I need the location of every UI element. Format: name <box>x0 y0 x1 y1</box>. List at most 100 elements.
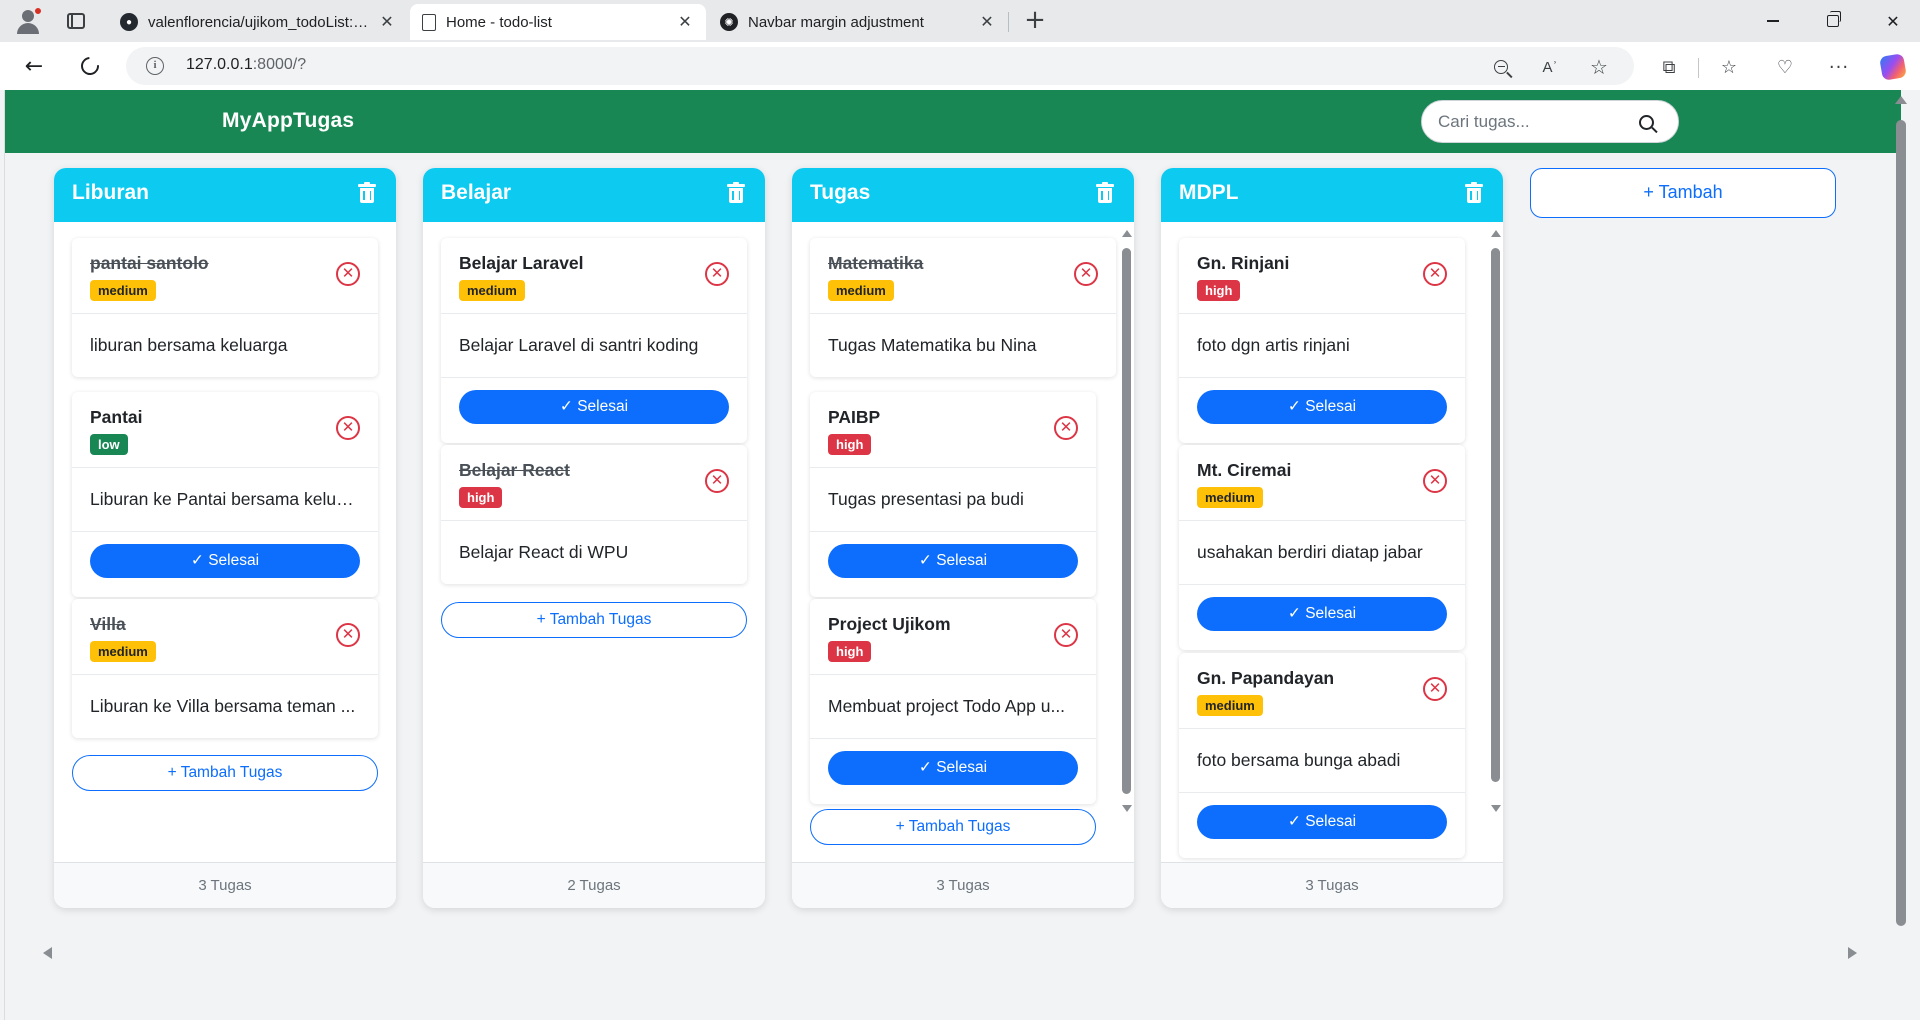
delete-task-icon[interactable]: ✕ <box>1054 623 1078 647</box>
read-aloud-icon[interactable]: Aʾ <box>1539 56 1561 78</box>
close-icon[interactable]: ✕ <box>978 12 996 32</box>
favorites-icon[interactable]: ☆ <box>1716 54 1742 80</box>
close-icon[interactable]: ✕ <box>378 12 396 32</box>
mark-done-button[interactable]: ✓ Selesai <box>1197 597 1447 631</box>
scroll-up-arrow[interactable] <box>1122 230 1132 237</box>
reload-button[interactable] <box>74 50 106 82</box>
column-header: MDPL <box>1161 168 1503 222</box>
column-header: Liburan <box>54 168 396 222</box>
task-description: Tugas Matematika bu Nina <box>828 335 1037 355</box>
delete-task-icon[interactable]: ✕ <box>1423 677 1447 701</box>
extensions-icon[interactable]: ⧉ <box>1656 54 1682 80</box>
delete-task-icon[interactable]: ✕ <box>1074 262 1098 286</box>
column-task-count: 3 Tugas <box>54 862 396 908</box>
back-button[interactable]: ← <box>18 50 50 82</box>
navbar-brand[interactable]: MyAppTugas <box>222 109 354 133</box>
address-bar[interactable]: i 127.0.0.1:8000/? Aʾ ☆ <box>126 47 1634 85</box>
task-description: Belajar React di WPU <box>459 542 629 562</box>
task-title: Mt. Ciremai <box>1197 460 1292 480</box>
delete-task-icon[interactable]: ✕ <box>336 262 360 286</box>
scroll-down-arrow[interactable] <box>1491 805 1501 812</box>
copilot-icon[interactable] <box>1879 53 1907 81</box>
tab-actions-icon[interactable] <box>62 7 90 35</box>
delete-task-icon[interactable]: ✕ <box>1054 416 1078 440</box>
browser-essentials-icon[interactable]: ♡ <box>1772 54 1798 80</box>
zoom-out-icon[interactable] <box>1490 56 1512 78</box>
add-task-button[interactable]: + Tambah Tugas <box>441 602 747 638</box>
scroll-up-arrow[interactable] <box>1895 96 1907 104</box>
delete-task-icon[interactable]: ✕ <box>336 623 360 647</box>
search-button[interactable] <box>1634 110 1658 134</box>
mark-done-button[interactable]: ✓ Selesai <box>1197 390 1447 424</box>
column-belajar: Belajar Belajar Laravel medium ✕ Belajar… <box>423 168 765 908</box>
url-path: :8000/? <box>252 56 307 73</box>
delete-task-icon[interactable]: ✕ <box>1423 469 1447 493</box>
trash-icon[interactable] <box>358 182 376 204</box>
task-card: Villa medium ✕ Liburan ke Villa bersama … <box>72 599 378 738</box>
priority-badge: medium <box>828 280 894 301</box>
task-title: Gn. Papandayan <box>1197 668 1335 688</box>
scroll-up-arrow[interactable] <box>1491 230 1501 237</box>
task-description: usahakan berdiri diatap jabar <box>1197 542 1423 562</box>
task-title: pantai santolo <box>90 253 209 273</box>
task-description: Liburan ke Pantai bersama kelua... <box>90 489 361 509</box>
delete-task-icon[interactable]: ✕ <box>336 416 360 440</box>
browser-tab-github[interactable]: ● valenflorencia/ujikom_todoList: pr ✕ <box>108 4 408 40</box>
tab-label: Navbar margin adjustment <box>748 13 924 31</box>
scroll-left-arrow[interactable] <box>43 947 52 959</box>
task-card: Matematika medium ✕ Tugas Matematika bu … <box>810 238 1116 377</box>
mark-done-button[interactable]: ✓ Selesai <box>828 544 1078 578</box>
trash-icon[interactable] <box>1096 182 1114 204</box>
priority-badge: medium <box>459 280 525 301</box>
column-title: Belajar <box>441 181 512 204</box>
task-card: pantai santolo medium ✕ liburan bersama … <box>72 238 378 377</box>
scroll-right-arrow[interactable] <box>1848 947 1857 959</box>
trash-icon[interactable] <box>727 182 745 204</box>
column-header: Belajar <box>423 168 765 222</box>
scrollbar-thumb[interactable] <box>1122 248 1131 794</box>
scroll-down-arrow[interactable] <box>1122 805 1132 812</box>
search-input[interactable] <box>1438 101 1628 142</box>
priority-badge: high <box>828 641 872 662</box>
task-title: Matematika <box>828 253 924 273</box>
delete-task-icon[interactable]: ✕ <box>705 262 729 286</box>
board: Liburan pantai santolo medium ✕ liburan … <box>33 153 1895 1018</box>
trash-icon[interactable] <box>1465 182 1483 204</box>
favorite-star-icon[interactable]: ☆ <box>1588 55 1610 79</box>
task-title: Belajar Laravel <box>459 253 584 273</box>
search-icon <box>1638 114 1654 130</box>
new-tab-button[interactable]: + <box>1020 6 1050 36</box>
minimize-button[interactable] <box>1750 6 1796 36</box>
window-close-button[interactable]: ✕ <box>1870 6 1916 36</box>
mark-done-button[interactable]: ✓ Selesai <box>459 390 729 424</box>
close-icon[interactable]: ✕ <box>676 12 694 32</box>
mark-done-button[interactable]: ✓ Selesai <box>828 751 1078 785</box>
scrollbar-thumb[interactable] <box>1491 248 1500 782</box>
task-title: Pantai <box>90 407 143 427</box>
restore-button[interactable] <box>1810 6 1856 36</box>
column-scrollbar[interactable] <box>1122 230 1132 812</box>
browser-tab-home[interactable]: Home - todo-list ✕ <box>410 4 706 40</box>
browser-tab-chatgpt[interactable]: ✺ Navbar margin adjustment ✕ <box>708 4 1008 40</box>
priority-badge: medium <box>90 280 156 301</box>
priority-badge: medium <box>90 641 156 662</box>
column-scrollbar[interactable] <box>1491 230 1501 812</box>
delete-task-icon[interactable]: ✕ <box>705 469 729 493</box>
address-bar-row: ← i 127.0.0.1:8000/? Aʾ ☆ ⧉ ☆ ♡ ··· <box>0 42 1920 90</box>
navbar: MyAppTugas <box>5 90 1901 153</box>
add-task-button[interactable]: + Tambah Tugas <box>72 755 378 791</box>
add-column-button[interactable]: + Tambah <box>1530 168 1836 218</box>
page-scrollbar[interactable] <box>1895 96 1907 936</box>
add-task-button[interactable]: + Tambah Tugas <box>810 809 1096 845</box>
mark-done-button[interactable]: ✓ Selesai <box>90 544 360 578</box>
scrollbar-thumb[interactable] <box>1896 120 1906 926</box>
url-text[interactable]: 127.0.0.1:8000/? <box>186 56 306 74</box>
browser-tab-strip: ● valenflorencia/ujikom_todoList: pr ✕ H… <box>0 0 1920 42</box>
profile-icon[interactable] <box>14 7 42 35</box>
task-title: Gn. Rinjani <box>1197 253 1290 273</box>
more-menu-icon[interactable]: ··· <box>1826 54 1852 80</box>
mark-done-button[interactable]: ✓ Selesai <box>1197 805 1447 839</box>
delete-task-icon[interactable]: ✕ <box>1423 262 1447 286</box>
board-horizontal-scrollbar[interactable] <box>35 945 1865 959</box>
site-info-icon[interactable]: i <box>146 57 164 75</box>
